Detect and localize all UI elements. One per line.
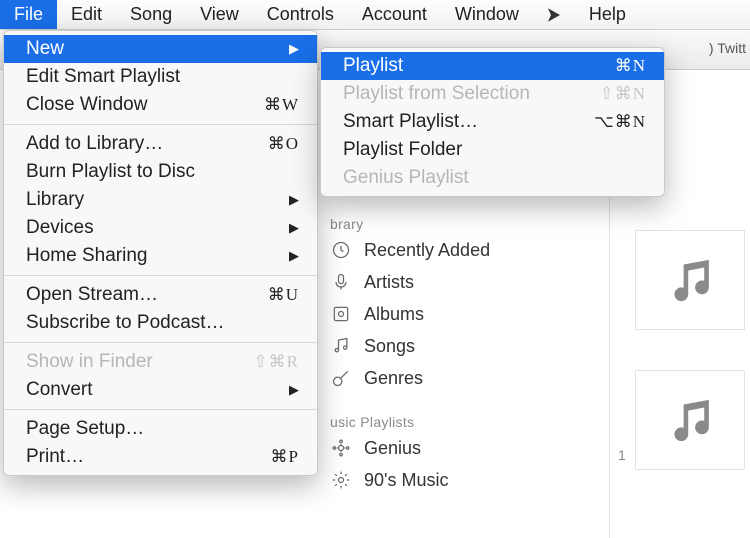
sidebar-item-label: Albums (364, 304, 424, 325)
menu-item-label: New (26, 38, 64, 60)
menu-item-label: Add to Library… (26, 133, 163, 155)
new-smart-playlist[interactable]: Smart Playlist… ⌥⌘N (321, 108, 664, 136)
music-note-icon (663, 253, 718, 308)
album-thumbnail[interactable] (635, 230, 745, 330)
submenu-arrow-icon: ▶ (289, 41, 299, 57)
album-grid: 1 (630, 220, 750, 510)
sidebar-item-label: Recently Added (364, 240, 490, 261)
album-icon (330, 303, 352, 325)
menu-item-label: Playlist from Selection (343, 83, 530, 105)
new-playlist-from-selection: Playlist from Selection ⇧⌘N (321, 80, 664, 108)
menu-item-label: Smart Playlist… (343, 111, 478, 133)
file-edit-smart-playlist[interactable]: Edit Smart Playlist (4, 63, 317, 91)
menu-help[interactable]: Help (575, 0, 640, 29)
menu-item-label: Edit Smart Playlist (26, 66, 180, 88)
file-dropdown: New ▶ Edit Smart Playlist Close Window ⌘… (3, 30, 318, 476)
sidebar-item-label: 90's Music (364, 470, 448, 491)
menu-item-label: Devices (26, 217, 94, 239)
file-page-setup[interactable]: Page Setup… (4, 415, 317, 443)
menu-item-label: Print… (26, 446, 84, 468)
submenu-arrow-icon: ▶ (289, 248, 299, 264)
file-new[interactable]: New ▶ (4, 35, 317, 63)
menu-view[interactable]: View (186, 0, 253, 29)
file-show-in-finder: Show in Finder ⇧⌘R (4, 348, 317, 376)
new-submenu: Playlist ⌘N Playlist from Selection ⇧⌘N … (320, 47, 665, 197)
menu-account[interactable]: Account (348, 0, 441, 29)
submenu-arrow-icon: ▶ (289, 382, 299, 398)
menu-item-label: Burn Playlist to Disc (26, 161, 195, 183)
notification-center-icon[interactable] (533, 0, 575, 29)
menu-item-label: Subscribe to Podcast… (26, 312, 225, 334)
shortcut: ⌘P (271, 447, 299, 467)
menu-item-label: Genius Playlist (343, 167, 469, 189)
file-add-to-library[interactable]: Add to Library… ⌘O (4, 130, 317, 158)
shortcut: ⌥⌘N (594, 112, 646, 132)
microphone-icon (330, 271, 352, 293)
shortcut: ⌘W (264, 95, 299, 115)
menu-item-label: Close Window (26, 94, 147, 116)
menu-window[interactable]: Window (441, 0, 533, 29)
sidebar-item-label: Artists (364, 272, 414, 293)
file-close-window[interactable]: Close Window ⌘W (4, 91, 317, 119)
menu-item-label: Open Stream… (26, 284, 158, 306)
menu-song[interactable]: Song (116, 0, 186, 29)
menu-item-label: Library (26, 189, 84, 211)
new-playlist[interactable]: Playlist ⌘N (321, 52, 664, 80)
file-print[interactable]: Print… ⌘P (4, 443, 317, 471)
file-open-stream[interactable]: Open Stream… ⌘U (4, 281, 317, 309)
file-library[interactable]: Library ▶ (4, 186, 317, 214)
album-thumbnail[interactable]: 1 (635, 370, 745, 470)
shortcut: ⇧⌘R (253, 352, 299, 372)
separator (4, 275, 317, 276)
menu-item-label: Page Setup… (26, 418, 144, 440)
menu-controls[interactable]: Controls (253, 0, 348, 29)
truncated-text: ) Twitt (709, 40, 746, 56)
gear-icon (330, 469, 352, 491)
menubar: File Edit Song View Controls Account Win… (0, 0, 750, 30)
new-playlist-folder[interactable]: Playlist Folder (321, 136, 664, 164)
guitar-icon (330, 367, 352, 389)
menu-file[interactable]: File (0, 0, 57, 29)
track-number: 1 (618, 447, 626, 463)
separator (4, 342, 317, 343)
shortcut: ⌘O (268, 134, 299, 154)
sidebar-item-label: Genius (364, 438, 421, 459)
shortcut: ⇧⌘N (599, 84, 646, 104)
shortcut: ⌘U (268, 285, 299, 305)
menu-item-label: Playlist (343, 55, 403, 77)
submenu-arrow-icon: ▶ (289, 192, 299, 208)
separator (4, 124, 317, 125)
new-genius-playlist: Genius Playlist (321, 164, 664, 192)
file-convert[interactable]: Convert ▶ (4, 376, 317, 404)
menu-item-label: Playlist Folder (343, 139, 462, 161)
sidebar-item-label: Genres (364, 368, 423, 389)
clock-icon (330, 239, 352, 261)
separator (4, 409, 317, 410)
shortcut: ⌘N (615, 56, 646, 76)
menu-item-label: Show in Finder (26, 351, 153, 373)
genius-icon (330, 437, 352, 459)
file-subscribe-podcast[interactable]: Subscribe to Podcast… (4, 309, 317, 337)
file-devices[interactable]: Devices ▶ (4, 214, 317, 242)
music-note-icon (330, 335, 352, 357)
menu-edit[interactable]: Edit (57, 0, 116, 29)
file-home-sharing[interactable]: Home Sharing ▶ (4, 242, 317, 270)
menu-item-label: Convert (26, 379, 93, 401)
music-note-icon (663, 393, 718, 448)
sidebar-item-label: Songs (364, 336, 415, 357)
menu-item-label: Home Sharing (26, 245, 147, 267)
submenu-arrow-icon: ▶ (289, 220, 299, 236)
file-burn-playlist[interactable]: Burn Playlist to Disc (4, 158, 317, 186)
